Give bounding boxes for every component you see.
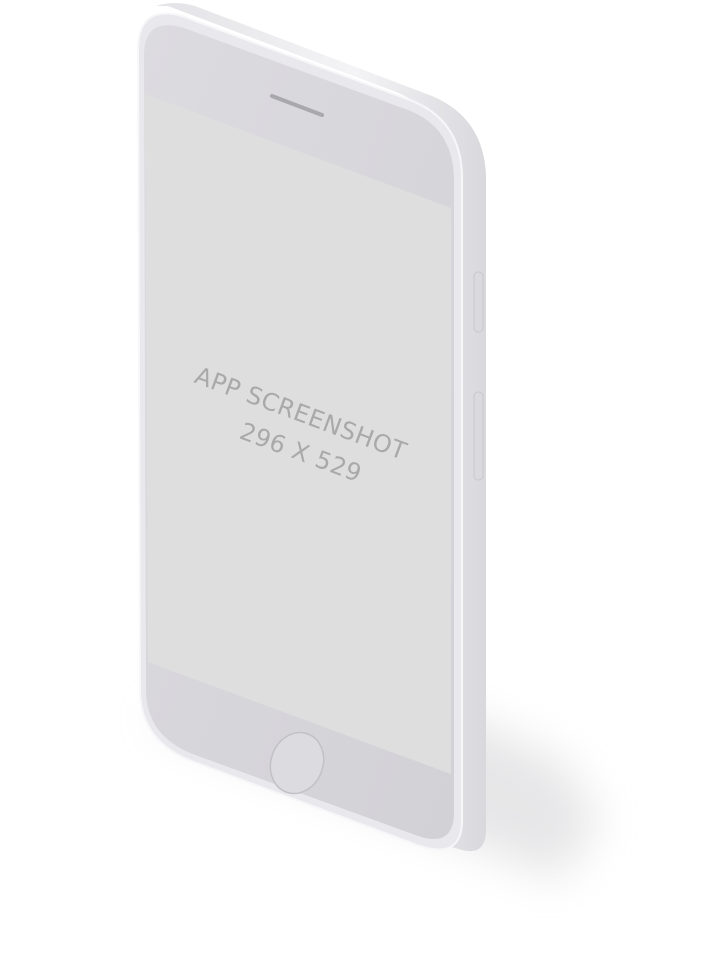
volume-button[interactable] — [473, 391, 484, 481]
app-screen — [145, 94, 451, 774]
power-button[interactable] — [473, 271, 484, 333]
phone-mockup: APP SCREENSHOT 296 X 529 — [136, 3, 600, 880]
mockup-stage: APP SCREENSHOT 296 X 529 — [0, 0, 714, 963]
